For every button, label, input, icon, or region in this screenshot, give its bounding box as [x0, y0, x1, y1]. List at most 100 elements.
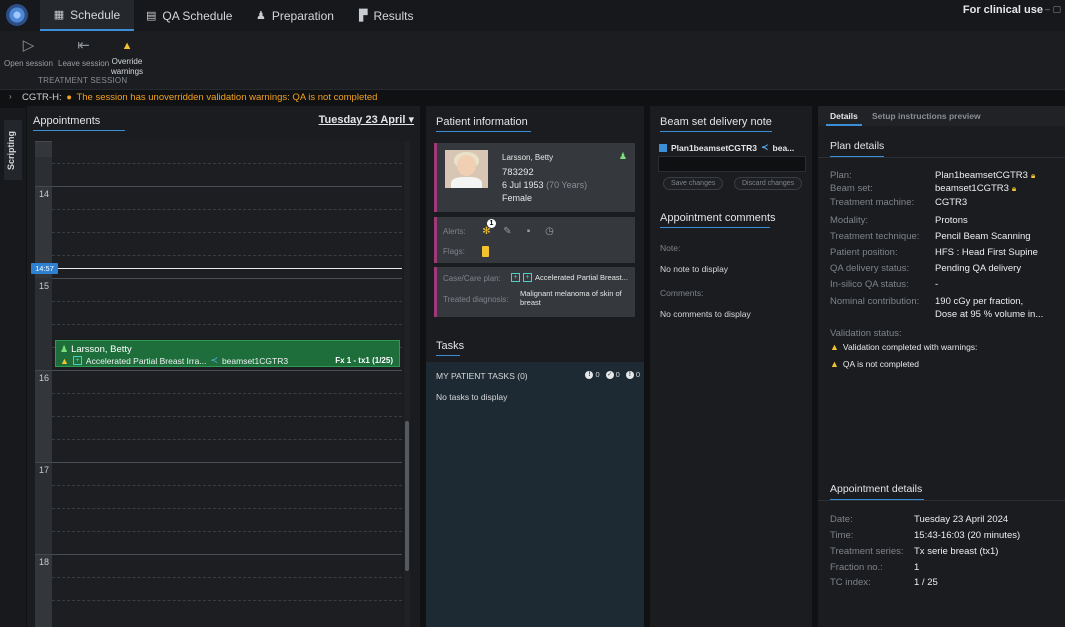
exit-icon: ⇤	[77, 37, 90, 54]
info-count-icon: !	[625, 370, 634, 379]
plan-value: Plan1beamsetCGTR3 🔒︎	[935, 170, 1036, 181]
date-selector[interactable]: Tuesday 23 April ▾	[319, 113, 414, 126]
my-patient-tasks-header[interactable]: MY PATIENT TASKS (0)	[436, 371, 528, 381]
beam-set-delivery-note-panel: Beam set delivery note Plan1beamsetCGTR3…	[650, 106, 812, 627]
history-alert-icon[interactable]: ◷	[543, 225, 556, 238]
hour-label: 14	[39, 189, 50, 199]
hour-label: 17	[39, 465, 50, 475]
scripting-tab[interactable]: Scripting	[4, 120, 22, 180]
current-time-line	[35, 268, 402, 269]
appointment-plan: Accelerated Partial Breast Irra...	[85, 355, 207, 366]
appointment-beamset: beamset1CGTR3	[221, 355, 289, 366]
override-warnings-button[interactable]: ▲ Override warnings	[111, 37, 143, 77]
qa-delivery-status-value: Pending QA delivery	[935, 263, 1022, 274]
case-card: Case/Care plan: + + Accelerated Partial …	[434, 267, 635, 317]
appointments-title: Appointments	[33, 115, 101, 127]
implant-alert-icon[interactable]: ✎	[501, 225, 514, 238]
note-label: Note:	[660, 243, 681, 253]
beamset-icon: ≺	[210, 355, 218, 365]
treatment-series-value: Tx serie breast (tx1)	[914, 546, 999, 557]
qa-calendar-icon: ▤	[146, 10, 157, 22]
comments-label: Comments:	[660, 288, 704, 298]
treatment-machine-value: CGTR3	[935, 197, 968, 208]
tab-results[interactable]: ▛ Results	[359, 0, 413, 31]
patient-information-title: Patient information	[436, 116, 528, 128]
results-icon: ▛	[359, 10, 368, 22]
tab-results-label: Results	[373, 8, 414, 23]
plan-icon	[659, 143, 667, 152]
window-controls[interactable]: – ▢	[1045, 4, 1061, 15]
app-logo-icon[interactable]	[6, 4, 28, 26]
tab-qa-schedule-label: QA Schedule	[162, 8, 233, 23]
allergy-alert-icon[interactable]: ✻ 1	[480, 219, 496, 238]
appointment-patient-name: Larsson, Betty	[71, 344, 132, 355]
session-warning-bar: › CGTR-H: ● The session has unoverridden…	[0, 92, 1065, 105]
patient-photo	[445, 150, 488, 188]
tasks-empty-text: No tasks to display	[436, 392, 508, 402]
validation-status-label: Validation status:	[830, 328, 902, 339]
careplan-icon: +	[523, 273, 532, 282]
play-icon: ▷	[22, 37, 35, 54]
beam-note-plan-row: Plan1beamsetCGTR3 ≺ bea...	[659, 142, 794, 153]
nominal-contribution-value: 190 cGy per fraction,	[935, 296, 1024, 307]
side-strip: Scripting	[0, 108, 26, 627]
leave-session-button[interactable]: ⇤ Leave session	[58, 37, 109, 69]
alerts-flags-card: Alerts: ✻ 1 ✎ ▪ ◷ Flags:	[434, 217, 635, 263]
discard-changes-button[interactable]: Discard changes	[734, 177, 803, 190]
timeline-scrollbar[interactable]	[404, 141, 410, 627]
fraction-label: Fx 1 - tx1 (1/25)	[335, 356, 393, 365]
expand-caret-icon[interactable]: ›	[9, 92, 12, 101]
warning-icon: ▲	[830, 342, 839, 352]
treatment-technique-value: Pencil Beam Scanning	[935, 231, 1031, 242]
tab-preparation-label: Preparation	[271, 8, 334, 23]
tab-schedule[interactable]: ▦ Schedule	[40, 0, 134, 31]
tab-preparation[interactable]: ♟ Preparation	[256, 0, 334, 31]
tasks-list: MY PATIENT TASKS (0) ! 0 ✓ 0 ! 0 No tasks t…	[426, 362, 644, 627]
lock-icon: 🔒︎	[1011, 184, 1017, 193]
note-value: No note to display	[660, 264, 729, 274]
case-icon: +	[511, 273, 520, 282]
hour-label: 15	[39, 281, 50, 291]
modality-value: Protons	[935, 215, 968, 226]
tab-qa-schedule[interactable]: ▤ QA Schedule	[146, 0, 232, 31]
open-session-button[interactable]: ▷ Open session	[4, 37, 53, 69]
appointment-date-value: Tuesday 23 April 2024	[914, 514, 1009, 525]
tab-setup-instructions[interactable]: Setup instructions preview	[872, 111, 981, 121]
appointment-comments-title: Appointment comments	[660, 212, 776, 224]
lock-icon: 🔒︎	[1030, 171, 1036, 180]
task-counts: ! 0 ✓ 0 ! 0	[585, 370, 640, 379]
patient-card[interactable]: Larsson, Betty 783292 6 Jul 1953 (70 Yea…	[434, 143, 635, 212]
appointments-panel: Appointments Tuesday 23 April ▾ 14 15 16…	[27, 106, 420, 627]
patient-position-value: HFS : Head First Supine	[935, 247, 1038, 258]
current-time-tag: 14:57	[31, 263, 58, 274]
beamset-icon: ≺	[760, 142, 769, 152]
tasks-title: Tasks	[436, 340, 465, 352]
appointment-card[interactable]: ♟ Larsson, Betty ▲ + Accelerated Partial …	[55, 340, 400, 367]
device-alert-icon[interactable]: ▪	[522, 225, 535, 238]
warning-icon: ▲	[121, 40, 133, 52]
flag-icon[interactable]	[482, 246, 489, 257]
delivery-note-input[interactable]	[658, 156, 806, 172]
top-bar: ▦ Schedule ▤ QA Schedule ♟ Preparation ▛…	[0, 0, 1065, 31]
done-count-icon: ✓	[605, 370, 614, 379]
plan-icon: +	[72, 356, 82, 365]
appointments-header: Appointments Tuesday 23 April ▾	[27, 106, 420, 132]
plan-details-title: Plan details	[830, 140, 885, 152]
save-changes-button[interactable]: Save changes	[663, 177, 724, 190]
case-care-plan-value: Accelerated Partial Breast...	[535, 273, 628, 282]
scrollbar-thumb[interactable]	[405, 421, 409, 571]
patient-id: 783292	[502, 167, 534, 178]
clinical-use-label: For clinical use	[962, 4, 1043, 16]
schedule-timeline[interactable]: 14 15 16 17 18	[35, 141, 402, 627]
patient-name: Larsson, Betty	[502, 153, 554, 162]
treated-diagnosis-value: Malignant melanoma of skin of breast	[520, 289, 622, 307]
patient-status-icon: ♟	[618, 151, 627, 161]
tab-details[interactable]: Details	[830, 111, 858, 121]
details-panel: Details Setup instructions preview Plan …	[818, 106, 1065, 627]
patient-information-panel: Patient information Larsson, Betty 78329…	[426, 106, 644, 627]
preparation-icon: ♟	[256, 10, 266, 22]
patient-icon: ♟	[60, 344, 69, 354]
insilico-qa-status-value: -	[935, 279, 939, 290]
warning-dot-icon: ●	[66, 92, 72, 103]
hour-label: 18	[39, 557, 50, 567]
